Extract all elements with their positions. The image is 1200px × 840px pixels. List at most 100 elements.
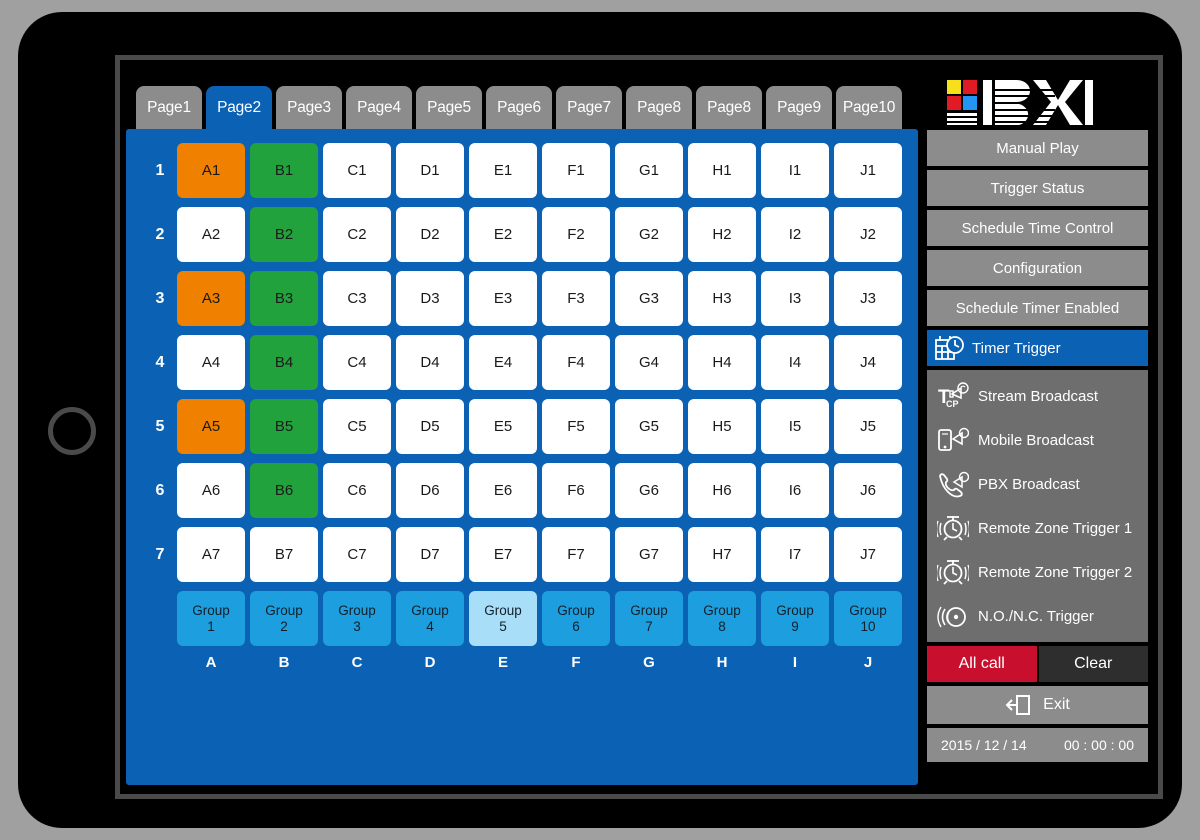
sidebar-menu-item[interactable]: Schedule Timer Enabled [926, 289, 1149, 327]
page-tab-active[interactable]: Page2 [206, 86, 272, 129]
zone-cell[interactable]: E3 [469, 271, 537, 326]
clear-button[interactable]: Clear [1037, 645, 1149, 683]
zone-cell[interactable]: A5 [177, 399, 245, 454]
zone-cell[interactable]: G4 [615, 335, 683, 390]
zone-cell[interactable]: B3 [250, 271, 318, 326]
group-button[interactable]: Group 5 [469, 591, 537, 646]
zone-cell[interactable]: D1 [396, 143, 464, 198]
zone-cell[interactable]: D7 [396, 527, 464, 582]
zone-cell[interactable]: E5 [469, 399, 537, 454]
zone-cell[interactable]: E1 [469, 143, 537, 198]
zone-cell[interactable]: F6 [542, 463, 610, 518]
zone-cell[interactable]: A3 [177, 271, 245, 326]
zone-cell[interactable]: G1 [615, 143, 683, 198]
page-tab[interactable]: Page1 [136, 86, 202, 129]
zone-cell[interactable]: G7 [615, 527, 683, 582]
zone-cell[interactable]: C3 [323, 271, 391, 326]
page-tab[interactable]: Page7 [556, 86, 622, 129]
zone-cell[interactable]: F4 [542, 335, 610, 390]
page-tab[interactable]: Page8 [626, 86, 692, 129]
group-button[interactable]: Group 9 [761, 591, 829, 646]
zone-cell[interactable]: G6 [615, 463, 683, 518]
zone-cell[interactable]: A2 [177, 207, 245, 262]
zone-cell[interactable]: I5 [761, 399, 829, 454]
zone-cell[interactable]: I6 [761, 463, 829, 518]
zone-cell[interactable]: I4 [761, 335, 829, 390]
zone-cell[interactable]: J6 [834, 463, 902, 518]
zone-cell[interactable]: C6 [323, 463, 391, 518]
zone-cell[interactable]: I2 [761, 207, 829, 262]
broadcast-trigger-item[interactable]: Remote Zone Trigger 1 [927, 506, 1148, 550]
page-tab[interactable]: Page10 [836, 86, 902, 129]
zone-cell[interactable]: F7 [542, 527, 610, 582]
group-button[interactable]: Group 4 [396, 591, 464, 646]
zone-cell[interactable]: E6 [469, 463, 537, 518]
zone-cell[interactable]: C5 [323, 399, 391, 454]
zone-cell[interactable]: H7 [688, 527, 756, 582]
page-tab[interactable]: Page3 [276, 86, 342, 129]
zone-cell[interactable]: F2 [542, 207, 610, 262]
page-tab[interactable]: Page8 [696, 86, 762, 129]
group-button[interactable]: Group 1 [177, 591, 245, 646]
broadcast-trigger-item[interactable]: T CP Stream Broadcast [927, 374, 1148, 418]
page-tab[interactable]: Page9 [766, 86, 832, 129]
zone-cell[interactable]: B2 [250, 207, 318, 262]
zone-cell[interactable]: C2 [323, 207, 391, 262]
zone-cell[interactable]: D2 [396, 207, 464, 262]
group-button[interactable]: Group 8 [688, 591, 756, 646]
zone-cell[interactable]: D3 [396, 271, 464, 326]
exit-button[interactable]: Exit [926, 685, 1149, 725]
group-button[interactable]: Group 2 [250, 591, 318, 646]
zone-cell[interactable]: H1 [688, 143, 756, 198]
sidebar-menu-item[interactable]: Trigger Status [926, 169, 1149, 207]
zone-cell[interactable]: G3 [615, 271, 683, 326]
zone-cell[interactable]: I1 [761, 143, 829, 198]
zone-cell[interactable]: B1 [250, 143, 318, 198]
zone-cell[interactable]: B4 [250, 335, 318, 390]
zone-cell[interactable]: C1 [323, 143, 391, 198]
page-tab[interactable]: Page5 [416, 86, 482, 129]
group-button[interactable]: Group 7 [615, 591, 683, 646]
zone-cell[interactable]: C4 [323, 335, 391, 390]
zone-cell[interactable]: A7 [177, 527, 245, 582]
zone-cell[interactable]: I7 [761, 527, 829, 582]
page-tab[interactable]: Page4 [346, 86, 412, 129]
zone-cell[interactable]: J5 [834, 399, 902, 454]
zone-cell[interactable]: B7 [250, 527, 318, 582]
zone-cell[interactable]: J2 [834, 207, 902, 262]
zone-cell[interactable]: J3 [834, 271, 902, 326]
zone-cell[interactable]: D5 [396, 399, 464, 454]
zone-cell[interactable]: A4 [177, 335, 245, 390]
zone-cell[interactable]: D4 [396, 335, 464, 390]
group-button[interactable]: Group 6 [542, 591, 610, 646]
zone-cell[interactable]: D6 [396, 463, 464, 518]
zone-cell[interactable]: J1 [834, 143, 902, 198]
sidebar-menu-item[interactable]: Configuration [926, 249, 1149, 287]
broadcast-trigger-item[interactable]: Mobile Broadcast [927, 418, 1148, 462]
zone-cell[interactable]: B6 [250, 463, 318, 518]
group-button[interactable]: Group 10 [834, 591, 902, 646]
zone-cell[interactable]: I3 [761, 271, 829, 326]
zone-cell[interactable]: J4 [834, 335, 902, 390]
zone-cell[interactable]: H5 [688, 399, 756, 454]
zone-cell[interactable]: F1 [542, 143, 610, 198]
zone-cell[interactable]: H3 [688, 271, 756, 326]
zone-cell[interactable]: C7 [323, 527, 391, 582]
group-button[interactable]: Group 3 [323, 591, 391, 646]
zone-cell[interactable]: H4 [688, 335, 756, 390]
zone-cell[interactable]: F3 [542, 271, 610, 326]
zone-cell[interactable]: E7 [469, 527, 537, 582]
sidebar-menu-item[interactable]: Schedule Time Control [926, 209, 1149, 247]
zone-cell[interactable]: J7 [834, 527, 902, 582]
zone-cell[interactable]: G2 [615, 207, 683, 262]
zone-cell[interactable]: E2 [469, 207, 537, 262]
zone-cell[interactable]: A6 [177, 463, 245, 518]
zone-cell[interactable]: A1 [177, 143, 245, 198]
zone-cell[interactable]: B5 [250, 399, 318, 454]
zone-cell[interactable]: G5 [615, 399, 683, 454]
broadcast-trigger-item[interactable]: PBX Broadcast [927, 462, 1148, 506]
home-button[interactable] [48, 407, 96, 455]
zone-cell[interactable]: H2 [688, 207, 756, 262]
sidebar-menu-item[interactable]: Manual Play [926, 129, 1149, 167]
zone-cell[interactable]: F5 [542, 399, 610, 454]
